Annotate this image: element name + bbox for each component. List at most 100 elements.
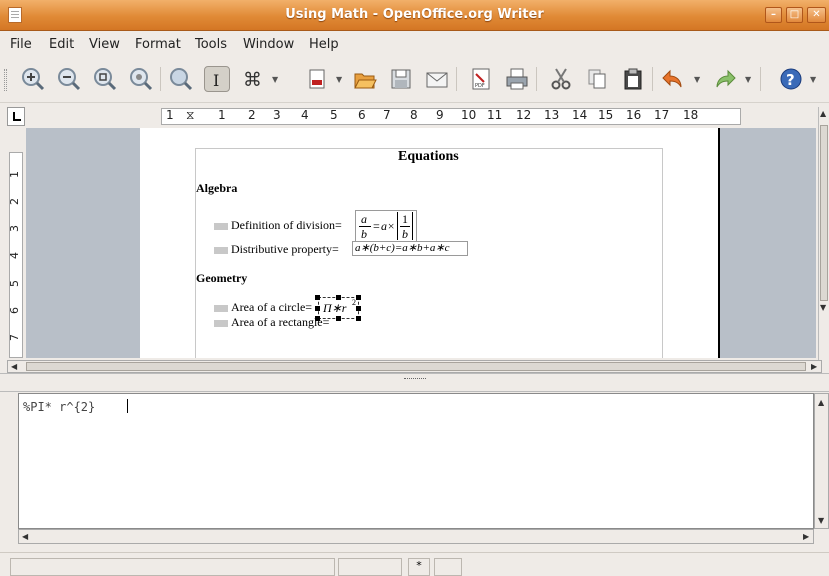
ruler-tick: 3 bbox=[273, 108, 281, 122]
ruler-tick: 7 bbox=[383, 108, 391, 122]
close-button[interactable]: ✕ bbox=[807, 7, 826, 23]
text-cursor bbox=[127, 399, 128, 413]
splitter-grip-icon[interactable] bbox=[404, 378, 426, 382]
ruler-tick: 12 bbox=[516, 108, 532, 122]
open-icon[interactable] bbox=[352, 66, 378, 92]
status-field bbox=[338, 558, 402, 576]
format-icon[interactable] bbox=[304, 66, 330, 92]
selection-handle[interactable] bbox=[315, 306, 320, 311]
status-field bbox=[434, 558, 462, 576]
field-shading bbox=[214, 305, 228, 312]
window-title: Using Math - OpenOffice.org Writer bbox=[285, 7, 544, 22]
menu-format[interactable]: Format bbox=[135, 37, 181, 52]
zoom-icon[interactable] bbox=[168, 66, 194, 92]
svg-text:PDF: PDF bbox=[475, 83, 485, 89]
svg-text:?: ? bbox=[786, 71, 795, 89]
vruler-tick: 5 bbox=[8, 280, 21, 287]
window-splitter[interactable] bbox=[0, 373, 829, 392]
copy-icon[interactable] bbox=[584, 66, 610, 92]
cut-icon[interactable] bbox=[548, 66, 574, 92]
selection-handle[interactable] bbox=[356, 295, 361, 300]
help-icon[interactable]: ? bbox=[778, 66, 804, 92]
selection-handle[interactable] bbox=[315, 295, 320, 300]
save-icon[interactable] bbox=[388, 66, 414, 92]
selection-handle[interactable] bbox=[356, 306, 361, 311]
menu-file[interactable]: File bbox=[10, 37, 32, 52]
menu-help[interactable]: Help bbox=[309, 37, 339, 52]
svg-text:I: I bbox=[213, 71, 219, 90]
ruler-tick: 1 bbox=[218, 108, 226, 122]
modified-indicator[interactable]: * bbox=[408, 558, 430, 576]
ruler-tick: 2 bbox=[248, 108, 256, 122]
document-heading[interactable]: Equations bbox=[398, 149, 459, 165]
formula-command-text[interactable]: %PI* r^{2} bbox=[23, 400, 95, 414]
selection-handle[interactable] bbox=[336, 295, 341, 300]
vruler-tick: 4 bbox=[8, 252, 21, 259]
list-item-rectangle[interactable]: Area of a rectangle= bbox=[231, 315, 329, 330]
ruler-tick: 4 bbox=[301, 108, 309, 122]
list-item-division[interactable]: Definition of division= bbox=[231, 218, 342, 233]
pdf-icon[interactable]: PDF bbox=[468, 66, 494, 92]
ruler-tick: 6 bbox=[358, 108, 366, 122]
geometry-heading[interactable]: Geometry bbox=[196, 271, 247, 286]
formula-commands-editor[interactable]: %PI* r^{2} bbox=[18, 393, 814, 529]
vruler-tick: 2 bbox=[8, 198, 21, 205]
ruler-tick: 16 bbox=[626, 108, 642, 122]
zoom-100-icon[interactable] bbox=[92, 66, 118, 92]
algebra-heading[interactable]: Algebra bbox=[196, 181, 237, 196]
list-item-distributive[interactable]: Distributive property= bbox=[231, 242, 339, 257]
tab-stop-selector[interactable] bbox=[7, 107, 25, 126]
redo-icon[interactable] bbox=[712, 66, 738, 92]
title-bar: Using Math - OpenOffice.org Writer – □ ✕ bbox=[0, 0, 829, 31]
svg-text:⌘: ⌘ bbox=[243, 69, 262, 91]
status-bar: * bbox=[0, 552, 829, 576]
ruler-tick: 11 bbox=[487, 108, 503, 122]
division-formula[interactable]: a b = a× 1 b bbox=[355, 210, 417, 242]
menu-window[interactable]: Window bbox=[243, 37, 294, 52]
menu-bar: File Edit View Format Tools Window Help bbox=[0, 31, 829, 57]
ruler-tick: 1 bbox=[166, 108, 174, 122]
selection-handle[interactable] bbox=[336, 316, 341, 321]
scrollbar-thumb[interactable] bbox=[820, 125, 828, 301]
selection-handle[interactable] bbox=[356, 316, 361, 321]
indent-marker-icon[interactable]: ⧖ bbox=[186, 108, 194, 123]
document-horizontal-scrollbar[interactable]: ◀ ▶ bbox=[7, 360, 822, 373]
zoom-page-icon[interactable] bbox=[128, 66, 154, 92]
ruler-tick: 18 bbox=[683, 108, 699, 122]
undo-icon[interactable] bbox=[660, 66, 686, 92]
vruler-tick: 3 bbox=[8, 225, 21, 232]
command-icon[interactable]: ⌘ bbox=[240, 66, 266, 92]
editor-horizontal-scrollbar[interactable]: ◀ ▶ bbox=[18, 529, 814, 544]
maximize-button[interactable]: □ bbox=[786, 7, 803, 23]
document-vertical-scrollbar[interactable]: ▲ ▼ bbox=[818, 107, 829, 362]
ruler-tick: 10 bbox=[461, 108, 477, 122]
print-icon[interactable] bbox=[504, 66, 530, 92]
scrollbar-thumb[interactable] bbox=[26, 362, 806, 371]
vruler-tick: 1 bbox=[8, 171, 21, 178]
toolbar: I ⌘ ▼ ▼ PDF ▼ ▼ ? ▼ bbox=[0, 57, 829, 103]
ruler-tick: 5 bbox=[330, 108, 338, 122]
zoom-in-icon[interactable] bbox=[20, 66, 46, 92]
ruler-tick: 17 bbox=[654, 108, 670, 122]
vertical-ruler[interactable]: 1 2 3 4 5 6 7 bbox=[7, 128, 25, 358]
field-shading bbox=[214, 320, 228, 327]
horizontal-ruler[interactable]: 1 ⧖ 1 2 3 4 5 6 7 8 9 10 11 12 13 14 15 … bbox=[26, 107, 816, 126]
menu-edit[interactable]: Edit bbox=[49, 37, 74, 52]
email-icon[interactable] bbox=[424, 66, 450, 92]
toolbar-grip[interactable] bbox=[4, 69, 7, 91]
text-cursor-icon[interactable]: I bbox=[204, 66, 230, 92]
distributive-formula[interactable]: a∗(b+c)=a∗b+a∗c bbox=[352, 241, 468, 256]
minimize-button[interactable]: – bbox=[765, 7, 782, 23]
editor-vertical-scrollbar[interactable]: ▲ ▼ bbox=[814, 393, 829, 529]
status-field bbox=[10, 558, 335, 576]
list-item-circle[interactable]: Area of a circle= bbox=[231, 300, 312, 315]
vruler-tick: 6 bbox=[8, 307, 21, 314]
field-shading bbox=[214, 247, 228, 254]
zoom-out-icon[interactable] bbox=[56, 66, 82, 92]
menu-view[interactable]: View bbox=[89, 37, 120, 52]
paste-icon[interactable] bbox=[620, 66, 646, 92]
field-shading bbox=[214, 223, 228, 230]
menu-tools[interactable]: Tools bbox=[195, 37, 227, 52]
ruler-tick: 9 bbox=[436, 108, 444, 122]
ruler-tick: 13 bbox=[544, 108, 560, 122]
